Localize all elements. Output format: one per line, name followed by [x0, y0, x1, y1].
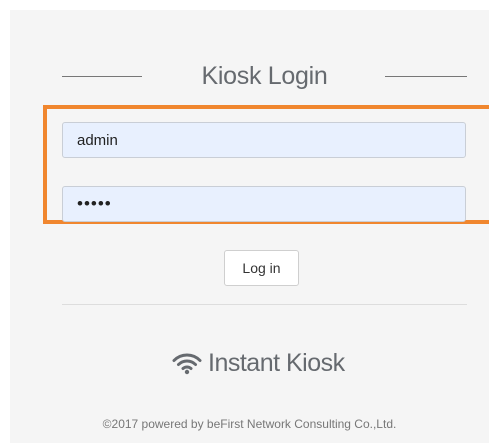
username-field[interactable] [62, 122, 466, 158]
brand-logo: Instant Kiosk [172, 345, 345, 381]
title-divider-right [385, 76, 467, 77]
copyright-footer: ©2017 powered by beFirst Network Consult… [102, 417, 397, 431]
password-field[interactable] [62, 186, 466, 222]
section-divider [62, 304, 467, 305]
login-header: Kiosk Login [62, 58, 467, 94]
wifi-icon [172, 353, 202, 375]
brand-name: Instant Kiosk [208, 348, 345, 377]
login-button[interactable]: Log in [224, 250, 299, 286]
